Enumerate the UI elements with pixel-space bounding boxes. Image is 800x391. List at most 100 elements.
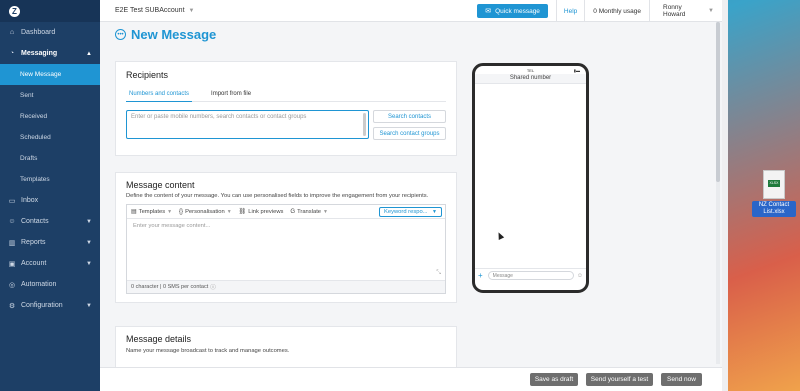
- chevron-down-icon: ▼: [432, 209, 437, 215]
- account-icon: ▣: [8, 260, 16, 268]
- recipients-row: Enter or paste mobile numbers, search co…: [126, 110, 446, 144]
- message-content-title: Message content: [126, 180, 195, 190]
- sidebar-item-label: Automation: [21, 281, 57, 288]
- sidebar-item-label: Contacts: [21, 218, 49, 225]
- message-content-card: Message content Define the content of yo…: [115, 172, 457, 303]
- recipients-title: Recipients: [126, 70, 169, 80]
- personalisation-icon: {}: [179, 208, 184, 215]
- recipients-card: Recipients Numbers and contacts Import f…: [115, 61, 457, 156]
- editor-toolbar: ▤ Templates ▼ {} Personalisation ▼ ⛓ Lin…: [127, 205, 445, 219]
- desktop: XLSX NZ Contact List.xlsx: [722, 0, 800, 391]
- sidebar-item-label: Dashboard: [21, 29, 56, 36]
- phone-preview: TEL ▮▬ Shared number + Message ☺: [472, 63, 589, 293]
- chevron-down-icon: ▼: [708, 8, 714, 14]
- link-previews-toggle[interactable]: ⛓ Link previews: [238, 208, 284, 216]
- resize-handle-icon[interactable]: ⤡: [436, 270, 441, 277]
- save-as-draft-button[interactable]: Save as draft: [530, 373, 578, 386]
- sidebar-subitem-drafts[interactable]: Drafts: [0, 148, 100, 169]
- search-contact-groups-button[interactable]: Search contact groups: [373, 127, 446, 140]
- spreadsheet-file-icon: XLSX: [763, 170, 785, 199]
- account-name: E2E Test SUBAccount: [115, 7, 185, 14]
- google-icon: G: [290, 208, 296, 215]
- sidebar-item-messaging[interactable]: ◔ Messaging ▲: [0, 43, 100, 64]
- sidebar-item-label: Messaging: [21, 50, 58, 57]
- personalisation-dropdown[interactable]: {} Personalisation ▼: [179, 209, 232, 215]
- account-selector[interactable]: E2E Test SUBAccount ▼: [115, 7, 194, 14]
- sidebar-item-contacts[interactable]: ☺ Contacts ▼: [0, 211, 100, 232]
- chat-bubble-icon: •••: [115, 29, 126, 40]
- phone-header: Shared number: [475, 74, 586, 84]
- message-editor: ▤ Templates ▼ {} Personalisation ▼ ⛓ Lin…: [126, 204, 446, 294]
- chevron-down-icon: ▼: [86, 302, 92, 309]
- sidebar-item-configuration[interactable]: ⚙ Configuration ▼: [0, 295, 100, 316]
- personalisation-label: Personalisation: [185, 208, 225, 215]
- logo[interactable]: Z: [0, 0, 100, 22]
- send-now-button[interactable]: Send now: [661, 373, 702, 386]
- templates-icon: ▤: [131, 209, 137, 215]
- file-type-tag: XLSX: [768, 180, 780, 187]
- chat-icon: ◔: [9, 50, 15, 57]
- info-icon[interactable]: ⓘ: [210, 283, 216, 291]
- recipients-placeholder: Enter or paste mobile numbers, search co…: [131, 114, 307, 120]
- input-scrollbar[interactable]: [363, 113, 366, 136]
- character-count: 0 character | 0 SMS per contact: [131, 284, 209, 290]
- sidebar-item-inbox[interactable]: ▭ Inbox: [0, 190, 100, 211]
- chevron-down-icon: ▼: [86, 218, 92, 225]
- sidebar-item-dashboard[interactable]: ⌂ Dashboard: [0, 22, 100, 43]
- sidebar-subitem-scheduled[interactable]: Scheduled: [0, 127, 100, 148]
- chevron-down-icon: ▼: [323, 208, 328, 215]
- phone-message-area: [475, 84, 586, 268]
- sidebar-subitem-templates[interactable]: Templates: [0, 169, 100, 190]
- recipients-input[interactable]: Enter or paste mobile numbers, search co…: [126, 110, 369, 139]
- translate-dropdown[interactable]: G Translate ▼: [290, 209, 328, 215]
- sidebar-subitem-received[interactable]: Received: [0, 106, 100, 127]
- chevron-down-icon: ▼: [167, 208, 173, 215]
- window-edge: [722, 0, 728, 391]
- chevron-up-icon: ▲: [86, 50, 92, 57]
- home-icon: ⌂: [9, 29, 15, 36]
- phone-compose-bar: + Message ☺: [475, 268, 586, 282]
- phone-carrier: TEL: [526, 67, 535, 73]
- sidebar-subitem-sent[interactable]: Sent: [0, 85, 100, 106]
- message-details-description: Name your message broadcast to track and…: [126, 348, 290, 354]
- link-icon: ⛓: [238, 209, 247, 215]
- sidebar-subitem-new-message[interactable]: New Message: [0, 64, 100, 85]
- help-link[interactable]: Help: [557, 8, 584, 15]
- user-menu[interactable]: Ronny Howard ▼: [650, 4, 722, 18]
- plus-icon: +: [478, 271, 483, 280]
- quick-message-button[interactable]: ✉ Quick message: [477, 4, 548, 18]
- templates-dropdown[interactable]: ▤ Templates ▼: [131, 208, 173, 216]
- chevron-down-icon: ▼: [86, 260, 92, 267]
- recipients-tabs: Numbers and contacts Import from file: [126, 89, 446, 102]
- sidebar-item-reports[interactable]: ▥ Reports ▼: [0, 232, 100, 253]
- automation-icon: ◎: [8, 281, 16, 289]
- reports-icon: ▥: [8, 239, 16, 247]
- tab-import-from-file[interactable]: Import from file: [208, 89, 254, 102]
- search-contacts-button[interactable]: Search contacts: [373, 110, 446, 123]
- send-test-button[interactable]: Send yourself a test: [586, 373, 653, 386]
- tab-numbers-and-contacts[interactable]: Numbers and contacts: [126, 89, 193, 102]
- logo-mark: Z: [9, 5, 20, 17]
- monthly-usage[interactable]: 0 Monthly usage: [585, 8, 649, 15]
- translate-label: Translate: [297, 208, 322, 215]
- page-scrollbar-thumb[interactable]: [716, 22, 720, 182]
- keyword-response-dropdown[interactable]: Keyword respo... ▼: [379, 207, 442, 217]
- phone-status-bar: TEL ▮▬: [475, 66, 586, 74]
- message-content-description: Define the content of your message. You …: [126, 193, 429, 199]
- page-title-text: New Message: [131, 27, 217, 42]
- sidebar: Z ⌂ Dashboard ◔ Messaging ▲ New Message …: [0, 0, 100, 391]
- recipients-buttons: Search contacts Search contact groups: [373, 110, 446, 144]
- templates-label: Templates: [138, 208, 166, 215]
- top-bar: E2E Test SUBAccount ▼ ✉ Quick message He…: [100, 0, 722, 22]
- message-icon: ✉: [485, 8, 492, 15]
- sidebar-item-automation[interactable]: ◎ Automation: [0, 274, 100, 295]
- message-textarea[interactable]: Enter your message content... ⤡: [127, 219, 445, 280]
- desktop-file[interactable]: XLSX NZ Contact List.xlsx: [752, 170, 796, 217]
- contacts-icon: ☺: [8, 218, 16, 225]
- phone-message-field: Message: [487, 271, 574, 280]
- battery-icon: ▮▬: [573, 67, 580, 73]
- sidebar-item-account[interactable]: ▣ Account ▼: [0, 253, 100, 274]
- page-title: ••• New Message: [115, 27, 216, 42]
- top-bar-right: ✉ Quick message Help 0 Monthly usage Ron…: [477, 0, 722, 22]
- file-name: NZ Contact List.xlsx: [752, 201, 796, 217]
